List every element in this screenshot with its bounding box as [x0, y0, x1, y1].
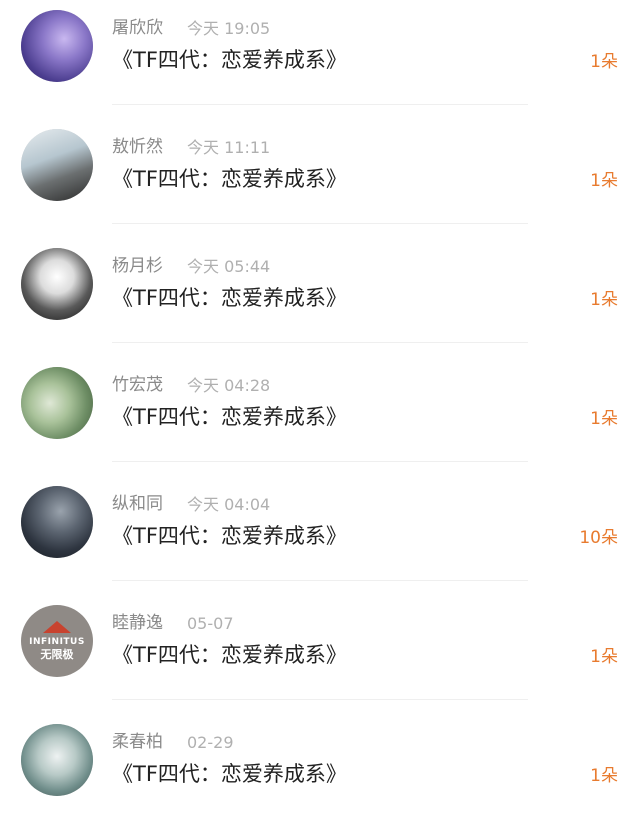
gift-record-list: 屠欣欣 今天 19:05 《TF四代：恋爱养成系》 1朵 敖忻然 今天 11:1…: [0, 0, 640, 836]
divider: [112, 104, 528, 105]
user-name[interactable]: 杨月杉: [112, 255, 163, 277]
user-name[interactable]: 竹宏茂: [112, 374, 163, 396]
avatar[interactable]: [21, 129, 93, 201]
user-name[interactable]: 柔春柏: [112, 731, 163, 753]
story-title[interactable]: 《TF四代：恋爱养成系》: [112, 640, 347, 670]
timestamp: 05-07: [187, 614, 234, 633]
avatar[interactable]: [21, 486, 93, 558]
divider: [112, 699, 528, 700]
flower-count: 1朵: [590, 409, 618, 429]
list-item[interactable]: 敖忻然 今天 11:11 《TF四代：恋爱养成系》 1朵: [0, 119, 640, 238]
timestamp: 今天 05:44: [187, 257, 271, 276]
logo-mark-icon: [43, 620, 71, 633]
divider: [112, 461, 528, 462]
flower-count: 1朵: [590, 171, 618, 191]
avatar[interactable]: [21, 10, 93, 82]
list-item[interactable]: INFINITUS 无限极 睦静逸 05-07 《TF四代：恋爱养成系》 1朵: [0, 595, 640, 714]
list-item[interactable]: 柔春柏 02-29 《TF四代：恋爱养成系》 1朵: [0, 714, 640, 833]
user-name[interactable]: 睦静逸: [112, 612, 163, 634]
avatar[interactable]: [21, 724, 93, 796]
story-title[interactable]: 《TF四代：恋爱养成系》: [112, 164, 347, 194]
flower-count: 1朵: [590, 647, 618, 667]
timestamp: 今天 04:04: [187, 495, 271, 514]
avatar[interactable]: [21, 248, 93, 320]
timestamp: 今天 11:11: [187, 138, 271, 157]
divider: [112, 342, 528, 343]
avatar[interactable]: [21, 367, 93, 439]
logo-text-cn: 无限极: [40, 647, 74, 661]
list-item[interactable]: 竹宏茂 今天 04:28 《TF四代：恋爱养成系》 1朵: [0, 357, 640, 476]
story-title[interactable]: 《TF四代：恋爱养成系》: [112, 283, 347, 313]
flower-count: 1朵: [590, 766, 618, 786]
user-name[interactable]: 屠欣欣: [112, 17, 163, 39]
timestamp: 今天 04:28: [187, 376, 271, 395]
story-title[interactable]: 《TF四代：恋爱养成系》: [112, 45, 347, 75]
story-title[interactable]: 《TF四代：恋爱养成系》: [112, 759, 347, 789]
user-name[interactable]: 敖忻然: [112, 136, 163, 158]
timestamp: 02-29: [187, 733, 234, 752]
list-item[interactable]: 纵和同 今天 04:04 《TF四代：恋爱养成系》 10朵: [0, 476, 640, 595]
list-item[interactable]: 屠欣欣 今天 19:05 《TF四代：恋爱养成系》 1朵: [0, 0, 640, 119]
list-item[interactable]: 杨月杉 今天 05:44 《TF四代：恋爱养成系》 1朵: [0, 238, 640, 357]
flower-count: 1朵: [590, 52, 618, 72]
story-title[interactable]: 《TF四代：恋爱养成系》: [112, 402, 347, 432]
logo-text-en: INFINITUS: [29, 636, 85, 647]
divider: [112, 580, 528, 581]
flower-count: 10朵: [579, 528, 618, 548]
avatar[interactable]: INFINITUS 无限极: [21, 605, 93, 677]
story-title[interactable]: 《TF四代：恋爱养成系》: [112, 521, 347, 551]
infinitus-logo: INFINITUS 无限极: [21, 605, 93, 677]
flower-count: 1朵: [590, 290, 618, 310]
timestamp: 今天 19:05: [187, 19, 271, 38]
divider: [112, 223, 528, 224]
user-name[interactable]: 纵和同: [112, 493, 163, 515]
